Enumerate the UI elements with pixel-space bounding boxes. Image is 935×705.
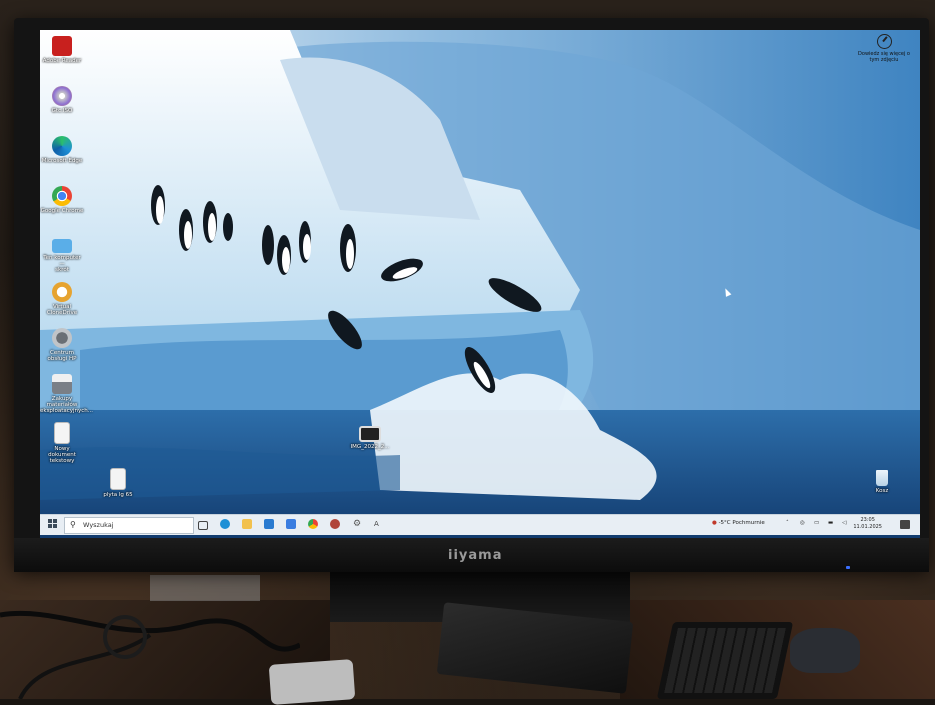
edge-icon[interactable] [220,519,230,529]
text-file-icon [54,422,70,444]
cables [0,575,300,699]
taskbar-search[interactable]: ⚲ Wyszukaj [64,517,194,534]
desktop-icon-label: IMG_2022_2... [350,444,390,450]
tray-monitor-icon[interactable]: ▭ [814,520,819,526]
weather-badge[interactable]: ● -5°C Pochmurnie [712,520,765,526]
task-view-icon[interactable] [198,521,208,530]
edge-icon [52,136,72,156]
weather-icon: ● [712,520,717,526]
settings-icon[interactable]: ⚙ [352,519,362,529]
spotlight-info[interactable]: Dowiedz się więcej o tym zdjęciu [854,34,914,63]
notification-icon[interactable] [900,520,910,529]
desktop-icon-hp-center[interactable]: Centrum obsługi HP [40,328,84,362]
wallpaper-penguins-iceberg [40,30,920,538]
tray-speaker-icon[interactable]: ◁ [842,520,846,526]
desktop-icon-chrome[interactable]: Google Chrome [40,186,84,214]
info-camera-icon [876,34,892,49]
desktop-icon-adobe-reader[interactable]: Adobe Reader [40,36,84,64]
app-icon[interactable] [330,519,340,529]
printer-icon [52,374,72,394]
clock-time: 23:05 [860,517,875,523]
tray-chevron-up-icon[interactable]: ˄ [786,520,789,526]
keyboard [656,622,794,699]
desktop-icon-img-file[interactable]: IMG_2022_2... [342,426,398,450]
desktop-icon-label: Zakupy materiałów eksploatacyjnych... [40,396,94,414]
desktop-icon-new-text-doc[interactable]: Nowy dokument tekstowy [40,422,84,464]
outlook-icon[interactable] [264,519,274,529]
desktop-icon-virtual-clonedrive[interactable]: Virtual CloneDrive [40,282,84,316]
desktop-icon-gtc-iso[interactable]: Gtc.ISO [40,86,84,114]
desktop-icon-hp-supplies[interactable]: Zakupy materiałów eksploatacyjnych... [40,374,94,414]
taskbar: ⚲ Wyszukaj ⚙ A ● -5°C Pochmurnie ˄ ◎ ▭ ▬… [40,514,920,535]
taskbar-clock[interactable]: 23:05 11.01.2025 [853,517,882,531]
disc-icon [52,86,72,106]
monitor-brand: iiyama [448,548,503,563]
store-icon[interactable] [286,519,296,529]
desktop-icon-label: Virtual CloneDrive [46,304,78,316]
acrobat-icon [52,36,72,56]
tray-display-icon[interactable]: ▬ [828,520,833,526]
spotlight-info-text: Dowiedz się więcej o tym zdjęciu [858,51,910,63]
desktop-icon-edge[interactable]: Microsoft Edge [40,136,84,164]
clock-date: 11.01.2025 [853,524,882,530]
tv-remote [268,659,356,705]
desktop-icon-plyta[interactable]: plyta lg 65 [96,468,140,498]
sheep-icon [52,282,72,302]
ai-icon[interactable]: A [374,519,384,529]
desktop-icon-label: Kosz [875,488,889,494]
desktop-icon-label: Microsoft Edge [41,158,83,164]
search-placeholder: Wyszukaj [83,521,114,529]
chrome-icon[interactable] [308,519,318,529]
monitor-file-icon [359,426,381,442]
desktop-icon-label: Nowy dokument tekstowy [48,446,76,464]
desktop-icon-label: Adobe Reader [42,58,82,64]
desktop-icon-label: Gtc.ISO [51,108,73,114]
mouse [790,628,860,673]
file-icon [110,468,126,490]
desktop-icon-this-pc[interactable]: Ten komputer — skrót [40,236,84,273]
desktop-icon-label: plyta lg 65 [103,492,133,498]
screen: Adobe Reader Gtc.ISO Microsoft Edge Goog… [40,30,920,538]
desktop-icon-label: Ten komputer — skrót [43,255,81,273]
chrome-icon [52,186,72,206]
desktop-icon-label: Centrum obsługi HP [47,350,77,362]
file-explorer-icon[interactable] [242,519,252,529]
start-button[interactable] [48,519,58,529]
hp-icon [52,328,72,348]
recycle-bin-icon [876,470,888,486]
desktop-icon-label: Google Chrome [40,208,84,214]
weather-text: -5°C Pochmurnie [718,520,765,526]
desktop-icon-recycle-bin[interactable]: Kosz [860,470,904,494]
computer-icon [52,239,72,253]
search-icon: ⚲ [70,520,76,529]
tray-network-icon[interactable]: ◎ [800,520,805,526]
power-led [846,566,850,569]
